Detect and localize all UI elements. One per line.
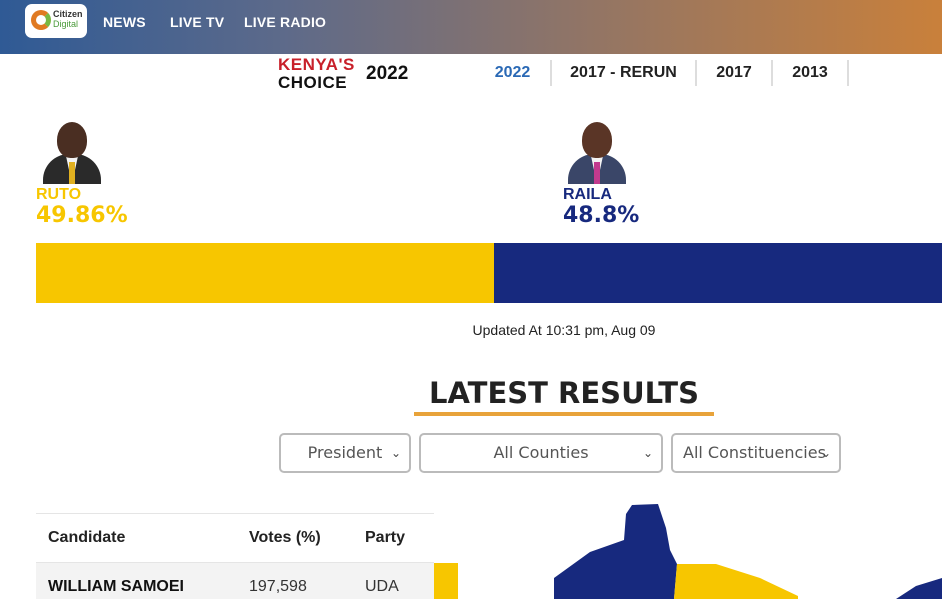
logo-line1: Citizen [53, 9, 83, 19]
nav-news-link[interactable]: NEWS [103, 14, 146, 30]
candidate-percent-ruto: 49.86% [36, 203, 128, 228]
heading-underline [414, 412, 714, 416]
row-votes: 197,598 [249, 578, 307, 595]
vote-share-bar-ruto [36, 243, 494, 303]
tab-2017[interactable]: 2017 [697, 60, 773, 86]
map-region-northeast[interactable] [896, 578, 942, 599]
chevron-down-icon: ⌄ [390, 446, 401, 460]
raila-photo [566, 118, 628, 184]
candidate-name-raila: RAILA [563, 186, 612, 203]
header-votes: Votes (%) [249, 529, 321, 546]
header-candidate: Candidate [48, 529, 126, 546]
tab-2017-rerun[interactable]: 2017 - RERUN [552, 60, 697, 86]
table-header: Candidate Votes (%) Party [36, 513, 434, 563]
nav-live-radio-link[interactable]: LIVE RADIO [244, 14, 326, 30]
chevron-down-icon: ⌄ [820, 446, 831, 460]
map-region-east[interactable] [674, 564, 798, 599]
county-select[interactable]: All Counties ⌄ [419, 433, 663, 473]
row-candidate: WILLIAM SAMOEI [48, 578, 184, 595]
party-color-swatch [434, 563, 458, 599]
last-updated-text: Updated At 10:31 pm, Aug 09 [472, 322, 656, 338]
tab-2022[interactable]: 2022 [475, 60, 552, 86]
chevron-down-icon: ⌄ [642, 446, 653, 460]
race-select-value: President [307, 443, 383, 462]
nav-live-tv-link[interactable]: LIVE TV [170, 14, 224, 30]
latest-results-heading: LATEST RESULTS [429, 376, 699, 410]
brand-year: 2022 [366, 63, 409, 84]
candidate-name-ruto: RUTO [36, 186, 82, 203]
constituency-select[interactable]: All Constituencies ⌄ [671, 433, 841, 473]
county-select-value: All Counties [493, 443, 589, 462]
ruto-photo [41, 118, 103, 184]
header-party: Party [365, 529, 406, 546]
citizen-logo-icon [31, 10, 51, 30]
candidate-percent-raila: 48.8% [563, 203, 640, 228]
logo-line2: Digital [53, 19, 79, 29]
map-region-north[interactable] [554, 504, 677, 599]
top-navigation-bar: Citizen Digital NEWS LIVE TV LIVE RADIO [0, 0, 942, 54]
brand-line2: CHOICE [278, 73, 348, 92]
race-select[interactable]: President ⌄ [279, 433, 411, 473]
table-row[interactable]: WILLIAM SAMOEI 197,598 UDA [36, 563, 434, 599]
vote-share-bar-raila [494, 243, 942, 303]
brand-line1: KENYA'S [278, 55, 355, 74]
constituency-select-value: All Constituencies [683, 443, 826, 462]
tab-2013[interactable]: 2013 [773, 60, 849, 86]
kenyas-choice-logo: KENYA'S CHOICE 2022 [278, 55, 423, 95]
row-party: UDA [365, 578, 399, 595]
citizen-digital-logo[interactable]: Citizen Digital [25, 4, 87, 38]
kenya-results-map[interactable] [540, 500, 942, 599]
